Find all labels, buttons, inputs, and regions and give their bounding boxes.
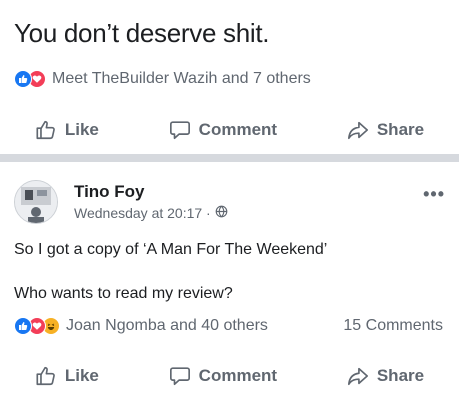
post-actions-bar: Like Comment Share — [0, 365, 459, 387]
reactions-text: Meet TheBuilder Wazih and 7 others — [52, 70, 311, 87]
thumbs-up-icon — [35, 119, 57, 141]
comment-button[interactable]: Comment — [169, 365, 277, 387]
globe-icon — [215, 205, 228, 221]
share-button[interactable]: Share — [347, 119, 424, 141]
comment-button[interactable]: Comment — [169, 119, 277, 141]
share-label: Share — [376, 120, 425, 139]
share-button[interactable]: Share — [347, 365, 424, 387]
comments-count[interactable]: 15 Comments — [343, 317, 443, 335]
share-icon — [347, 365, 369, 387]
like-icon — [14, 70, 32, 88]
share-icon — [347, 119, 369, 141]
more-options-icon[interactable]: ••• — [423, 184, 445, 205]
thumbs-up-icon — [35, 365, 57, 387]
like-label: Like — [64, 366, 99, 385]
like-icon — [14, 317, 32, 335]
comment-label: Comment — [198, 120, 278, 139]
post-text: You don’t deserve shit. — [14, 18, 270, 48]
timestamp[interactable]: Wednesday at 20:17 · — [74, 205, 211, 221]
like-button[interactable]: Like — [35, 119, 99, 141]
reactions-text: Joan Ngomba and 40 others — [66, 317, 268, 334]
feed-separator — [0, 154, 459, 162]
share-label: Share — [376, 366, 425, 385]
author-name[interactable]: Tino Foy — [74, 182, 145, 202]
reaction-icons — [14, 317, 60, 335]
reactions-summary[interactable]: Joan Ngomba and 40 others — [14, 317, 268, 335]
post-text-line-2: Who wants to read my review? — [14, 285, 233, 302]
comment-label: Comment — [198, 366, 278, 385]
reaction-icons — [14, 70, 46, 88]
post-meta: Wednesday at 20:17 · — [74, 205, 228, 221]
like-button[interactable]: Like — [35, 365, 99, 387]
post-text-line-1: So I got a copy of ‘A Man For The Weeken… — [14, 241, 328, 258]
reactions-summary[interactable]: Meet TheBuilder Wazih and 7 others — [14, 70, 311, 88]
comment-icon — [169, 119, 191, 141]
post-actions-bar: Like Comment Share — [0, 119, 459, 141]
comment-icon — [169, 365, 191, 387]
avatar[interactable] — [14, 180, 58, 224]
like-label: Like — [64, 120, 99, 139]
